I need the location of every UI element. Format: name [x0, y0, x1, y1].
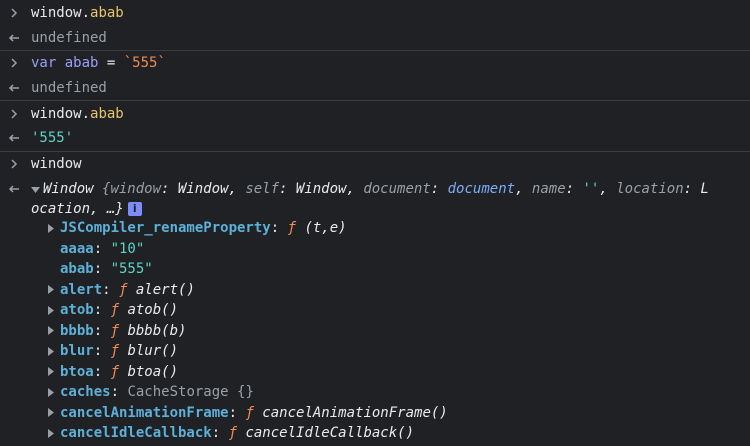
function-glyph: ƒ — [110, 302, 120, 318]
devtools-console: window.abab undefined var abab = `555` u… — [0, 0, 750, 446]
property-key: bbbb — [60, 322, 94, 339]
return-arrow-icon — [6, 179, 22, 199]
input-object: window — [31, 156, 82, 172]
property-value: CacheStorage {} — [127, 384, 254, 400]
triangle-right-icon[interactable] — [47, 341, 57, 362]
property-key: caches — [60, 384, 111, 400]
var-keyword: var — [31, 55, 57, 71]
property-value: "10" — [110, 240, 145, 257]
property-value: "555" — [110, 261, 153, 277]
function-glyph: ƒ — [287, 220, 297, 236]
function-glyph: ƒ — [228, 425, 238, 441]
property-value: btoa() — [119, 363, 179, 380]
string-literal: `555` — [123, 55, 166, 71]
property-key: blur — [60, 343, 94, 359]
property-value: (t,e) — [296, 220, 347, 236]
input-property: abab — [90, 106, 124, 122]
variable-name: abab — [64, 55, 99, 71]
function-glyph: ƒ — [245, 404, 254, 421]
window-object-preview-wrap: ocation, …} i — [31, 199, 142, 220]
property-key: abab — [60, 261, 94, 277]
property-value: blur() — [119, 343, 179, 359]
property-value: atob() — [119, 302, 179, 318]
input-property: abab — [90, 5, 124, 21]
property-key: alert — [60, 281, 103, 298]
entry-separator — [0, 100, 750, 101]
chevron-right-icon — [6, 104, 22, 124]
entry-separator — [0, 151, 750, 152]
triangle-right-icon[interactable] — [47, 403, 57, 424]
property-key: cancelIdleCallback — [60, 425, 212, 441]
property-value: bbbb(b) — [119, 322, 187, 339]
property-value: cancelIdleCallback() — [237, 425, 415, 441]
triangle-right-icon[interactable] — [47, 382, 57, 403]
input-object: window — [31, 106, 82, 122]
triangle-right-icon[interactable] — [47, 423, 57, 444]
triangle-right-icon[interactable] — [47, 300, 57, 321]
property-key: aaaa — [60, 240, 94, 257]
property-key: JSCompiler_renameProperty — [60, 220, 271, 236]
entry-separator — [0, 50, 750, 51]
return-arrow-icon — [6, 78, 22, 98]
function-glyph: ƒ — [110, 343, 120, 359]
triangle-right-icon[interactable] — [47, 321, 57, 342]
object-class-name: Window — [43, 181, 94, 197]
property-key: btoa — [60, 363, 94, 380]
property-key: cancelAnimationFrame — [60, 404, 229, 421]
property-value: cancelAnimationFrame() — [253, 404, 448, 421]
function-glyph: ƒ — [110, 322, 120, 339]
return-arrow-icon — [6, 128, 22, 148]
result-value: undefined — [31, 30, 107, 46]
triangle-down-icon[interactable] — [31, 179, 41, 200]
info-icon[interactable]: i — [127, 202, 142, 216]
triangle-right-icon[interactable] — [47, 218, 57, 239]
result-value: '555' — [31, 130, 74, 146]
property-value: alert() — [127, 281, 195, 298]
chevron-right-icon — [6, 53, 22, 73]
result-value: undefined — [31, 80, 107, 96]
chevron-right-icon — [6, 3, 22, 23]
triangle-right-icon[interactable] — [47, 280, 57, 301]
property-key: atob — [60, 302, 94, 318]
function-glyph: ƒ — [110, 363, 120, 380]
triangle-right-icon[interactable] — [47, 362, 57, 383]
chevron-right-icon — [6, 154, 22, 174]
input-object: window — [31, 5, 82, 21]
return-arrow-icon — [6, 28, 22, 48]
